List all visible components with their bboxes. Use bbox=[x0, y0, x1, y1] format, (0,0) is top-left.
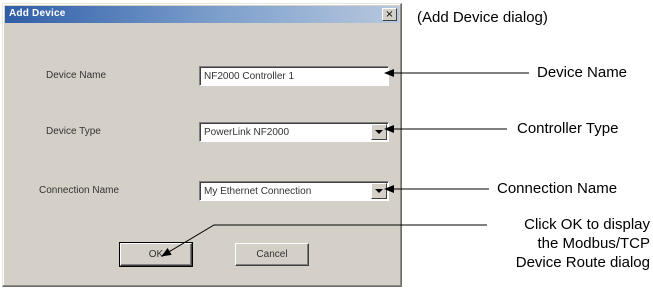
ok-hint-line: Click OK to display bbox=[524, 216, 650, 233]
annotation-connection-name: Connection Name bbox=[497, 180, 618, 197]
annotation-ok-hint: Click OK to display the Modbus/TCP Devic… bbox=[480, 215, 650, 272]
annotation-controller-type: Controller Type bbox=[517, 120, 619, 137]
annotation-device-name: Device Name bbox=[537, 64, 628, 81]
ok-hint-arrow bbox=[161, 224, 487, 257]
ok-hint-line: Device Route dialog bbox=[515, 254, 650, 271]
ok-hint-line: the Modbus/TCP bbox=[537, 235, 650, 252]
dialog-caption: (Add Device dialog) bbox=[417, 9, 548, 26]
